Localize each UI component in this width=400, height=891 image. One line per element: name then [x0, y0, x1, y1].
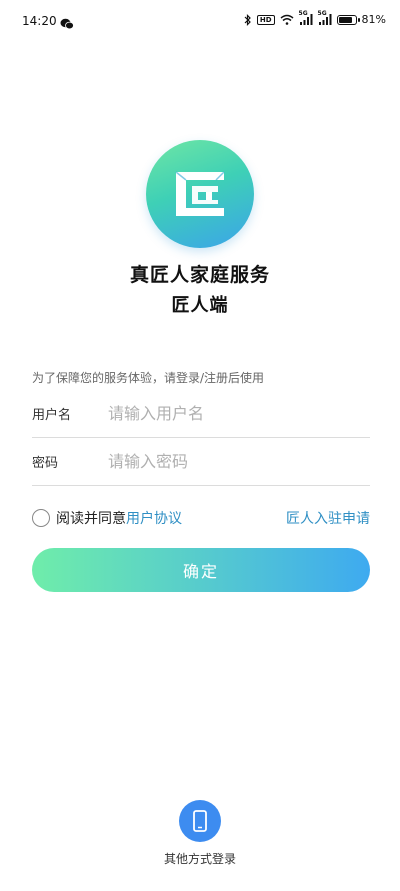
- signal-icon: 5G: [299, 10, 313, 25]
- brand-title: 真匠人家庭服务: [129, 264, 270, 286]
- username-row: 用户名: [32, 390, 370, 438]
- username-label: 用户名: [32, 408, 72, 423]
- user-agreement-link[interactable]: 用户协议: [126, 508, 182, 528]
- network-type-2: 5G: [317, 10, 327, 17]
- battery-percent: 81%: [361, 13, 386, 26]
- status-bar: 14:20 HD 5G 5G 81%: [0, 0, 400, 44]
- bluetooth-icon: [244, 13, 252, 26]
- phone-login-button[interactable]: [179, 800, 221, 842]
- wechat-icon: [60, 15, 74, 34]
- brand-subtitle: 匠人端: [171, 295, 229, 316]
- other-login: 其他方式登录: [150, 800, 250, 867]
- status-icons: HD 5G 5G 81%: [244, 10, 386, 26]
- battery-fill: [338, 16, 352, 23]
- username-input[interactable]: [108, 404, 370, 423]
- agreement-checkbox[interactable]: [32, 509, 50, 527]
- logo-icon: [146, 140, 254, 248]
- network-type-1: 5G: [298, 10, 308, 17]
- login-hint: 为了保障您的服务体验，请登录/注册后使用: [32, 371, 265, 385]
- password-row: 密码: [32, 438, 370, 486]
- agreement-prefix: 阅读并同意: [56, 511, 126, 527]
- wifi-icon: [280, 14, 294, 25]
- agreement-row: 阅读并同意 用户协议 匠人入驻申请: [32, 506, 370, 530]
- password-label: 密码: [32, 456, 59, 471]
- password-input[interactable]: [108, 452, 370, 471]
- signal-icon-2: 5G: [318, 10, 332, 25]
- battery-icon: [336, 14, 360, 25]
- status-time: 14:20: [22, 14, 57, 28]
- craftsman-apply-link[interactable]: 匠人入驻申请: [286, 508, 370, 528]
- confirm-button[interactable]: 确定: [32, 548, 370, 592]
- other-login-label: 其他方式登录: [163, 852, 236, 866]
- hd-badge: HD: [256, 14, 275, 25]
